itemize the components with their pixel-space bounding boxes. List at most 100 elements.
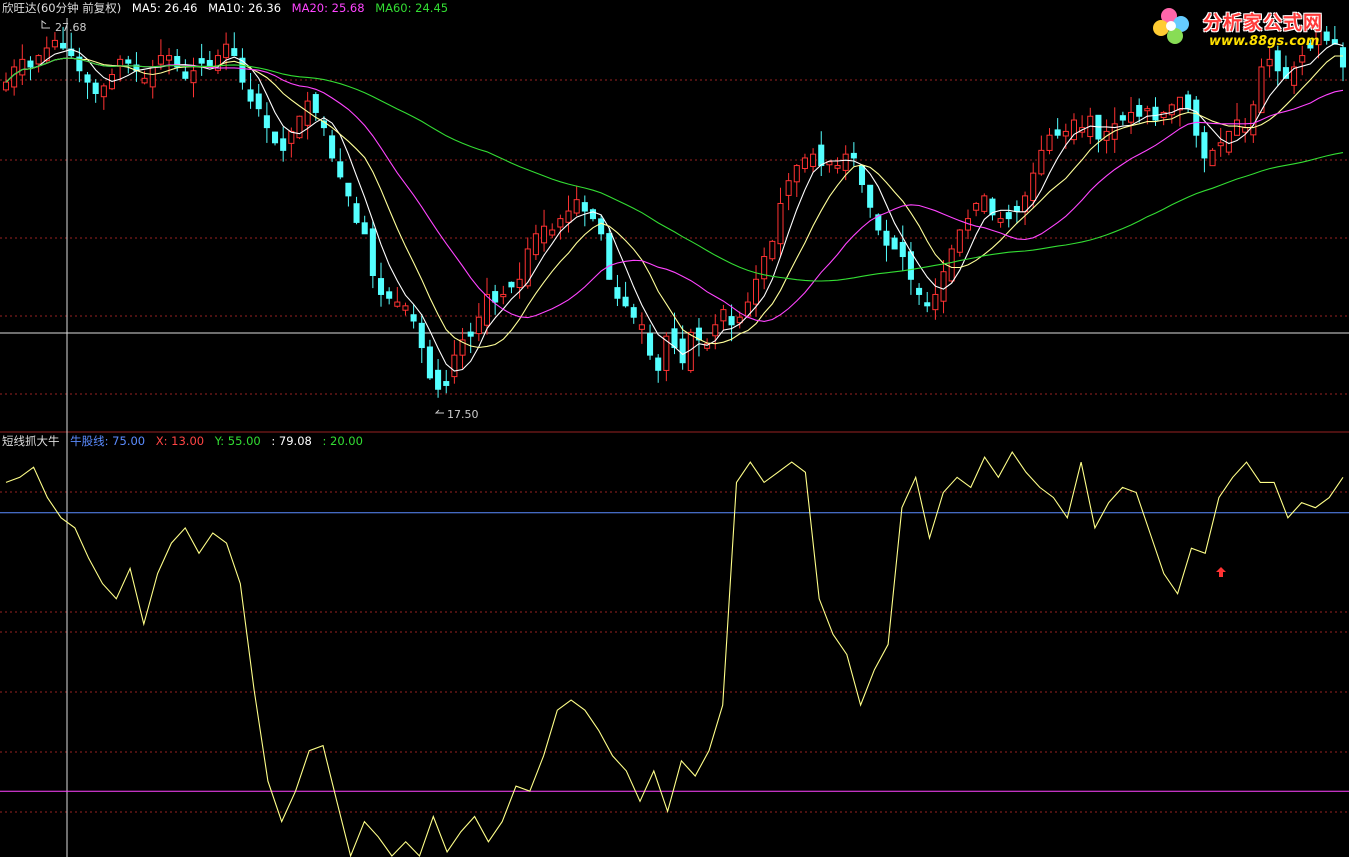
candle-body: [752, 278, 760, 305]
candle-body: [247, 89, 254, 102]
site-logo[interactable]: 分析家公式网 www.88gs.com: [1147, 2, 1343, 54]
ma60-label: MA60: 24.45: [375, 1, 449, 15]
candle-body: [435, 369, 442, 390]
candle-body: [867, 184, 874, 208]
candle-body: [720, 309, 727, 322]
candle-body: [834, 165, 841, 169]
candle-body: [272, 131, 279, 144]
stock-chart[interactable]: 27.68 17.50: [0, 0, 1349, 857]
candle-body: [223, 43, 230, 59]
low-line-label: : 20.00: [322, 434, 363, 448]
candle-body: [2, 81, 10, 91]
y-label: Y: 55.00: [214, 434, 261, 448]
candle-body: [728, 316, 735, 326]
candle-body: [451, 354, 458, 378]
candle-body: [500, 293, 507, 298]
chart-background: [0, 0, 1349, 857]
candle-body: [483, 293, 491, 326]
ma20-label: MA20: 25.68: [291, 1, 365, 15]
candle-body: [883, 230, 890, 246]
candle-body: [288, 130, 295, 144]
candle-body: [956, 229, 963, 253]
candle-body: [916, 287, 923, 295]
candle-body: [1054, 129, 1061, 136]
top-panel-header: 欣旺达(60分钟 前复权) MA5: 26.46 MA10: 26.36 MA2…: [2, 1, 455, 15]
candle-body: [891, 237, 898, 250]
value-label: : 79.08: [271, 434, 312, 448]
candle-body: [149, 66, 156, 88]
candle-body: [1030, 172, 1037, 202]
stock-title: 欣旺达(60分钟 前复权): [2, 1, 122, 15]
candle-body: [1233, 119, 1241, 136]
candle-body: [166, 55, 173, 61]
candle: [948, 244, 955, 284]
candle-body: [190, 70, 197, 84]
candle-body: [940, 271, 947, 302]
candle-body: [19, 58, 26, 76]
x-label: X: 13.00: [155, 434, 205, 448]
candle-body: [1176, 96, 1183, 111]
candle-body: [1299, 55, 1306, 63]
candle-body: [255, 93, 262, 110]
candle-body: [1209, 149, 1216, 167]
candle-body: [777, 202, 784, 245]
candle-body: [932, 293, 939, 311]
candle-body: [671, 328, 678, 349]
candle-body: [467, 331, 474, 337]
candle-body: [818, 144, 825, 167]
candle-body: [1038, 149, 1045, 175]
candle-body: [622, 296, 629, 307]
candle-body: [92, 82, 99, 94]
candle-body: [516, 278, 523, 288]
candle-body: [1128, 111, 1135, 123]
candle-body: [573, 199, 580, 214]
candle-body: [27, 60, 34, 68]
candle-body: [141, 77, 148, 84]
candle-body: [280, 138, 287, 151]
candle-body: [614, 287, 621, 299]
candle-body: [11, 66, 18, 88]
candle: [769, 239, 776, 262]
candle-body: [125, 59, 132, 64]
candle-body: [1152, 106, 1159, 121]
candle-body: [1013, 205, 1020, 212]
candle-body: [312, 94, 319, 113]
candle-body: [997, 218, 1004, 223]
logo-url-text: www.88gs.com: [1209, 34, 1320, 49]
bull-line-label: 牛股线: 75.00: [70, 434, 146, 448]
candle-body: [630, 307, 637, 318]
candle-body: [541, 225, 548, 244]
candle-body: [1217, 142, 1224, 147]
candle-body: [1046, 134, 1053, 151]
min-price-label: 17.50: [447, 408, 479, 421]
candle-body: [443, 381, 450, 386]
candle-body: [198, 58, 205, 64]
candle-body: [549, 229, 556, 236]
candle-body: [157, 55, 164, 65]
candle: [606, 227, 613, 280]
ma5-label: MA5: 26.46: [131, 1, 198, 15]
candle-body: [810, 153, 817, 167]
candle-body: [565, 210, 572, 223]
candle-body: [60, 42, 67, 49]
candle-body: [263, 115, 270, 129]
candle-body: [329, 135, 336, 159]
candle-body: [296, 115, 303, 139]
candle-body: [377, 278, 385, 295]
candle: [981, 193, 988, 214]
candle-body: [899, 241, 906, 258]
candle-body: [598, 218, 605, 235]
candle-body: [418, 322, 425, 349]
bottom-panel-header: 短线抓大牛 牛股线: 75.00 X: 13.00 Y: 55.00 : 79.…: [2, 434, 370, 448]
candle-body: [532, 233, 539, 256]
candle-body: [973, 202, 980, 211]
candle-body: [1185, 94, 1192, 110]
candle-body: [361, 222, 368, 235]
candle-body: [426, 346, 433, 379]
candle-body: [1144, 108, 1151, 112]
candle-body: [858, 165, 866, 185]
max-price-label: 27.68: [55, 21, 87, 34]
candle-body: [402, 305, 409, 311]
candle-body: [182, 71, 189, 79]
candle-body: [1242, 127, 1249, 133]
